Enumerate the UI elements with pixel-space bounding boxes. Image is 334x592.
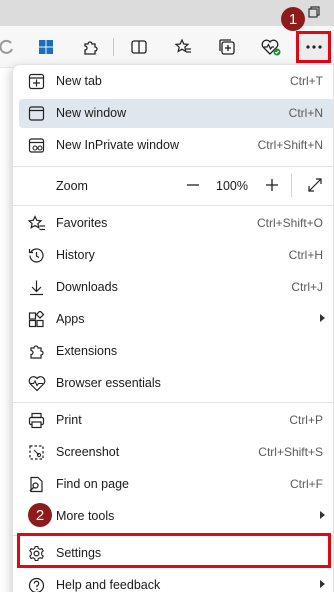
menu-item-shortcut: Ctrl+Shift+O (256, 216, 323, 230)
menu-item-label: Extensions (56, 344, 118, 358)
menu-item-browser-essentials[interactable]: Browser essentials (19, 369, 333, 398)
menu-item-label: More tools (56, 509, 115, 523)
apps-icon (27, 310, 46, 329)
refresh-icon[interactable] (0, 34, 20, 60)
menu-item-shortcut: Ctrl+F (290, 477, 323, 491)
menu-item-shortcut: Ctrl+T (290, 74, 323, 88)
extensions-toolbar-icon[interactable] (77, 34, 103, 60)
print-icon (27, 411, 46, 430)
submenu-arrow-icon (320, 511, 325, 519)
more-dots-icon (305, 45, 322, 49)
split-screen-icon[interactable] (126, 34, 152, 60)
settings-and-more-button[interactable] (296, 31, 331, 63)
zoom-out-button[interactable] (183, 175, 203, 195)
fullscreen-button[interactable] (305, 175, 325, 195)
inprivate-icon (27, 136, 46, 155)
menu-item-label: Help and feedback (56, 578, 161, 592)
browser-toolbar (0, 26, 334, 68)
browser-essentials-toolbar-icon[interactable] (258, 34, 284, 60)
step-2-badge: 2 (28, 503, 52, 527)
menu-item-apps[interactable]: Apps (19, 305, 333, 334)
new-tab-icon (27, 72, 46, 91)
zoom-in-button[interactable] (262, 175, 282, 195)
menu-item-label: New window (56, 106, 127, 120)
zoom-label: Zoom (56, 179, 88, 193)
screenshot-icon (27, 443, 46, 462)
menu-item-label: History (56, 248, 95, 262)
minus-icon (187, 184, 199, 186)
new-window-icon (27, 104, 46, 123)
collections-icon[interactable] (214, 34, 240, 60)
zoom-value: 100% (216, 179, 248, 193)
download-icon (27, 278, 46, 297)
menu-item-shortcut: Ctrl+N (288, 106, 323, 120)
menu-item-new-tab[interactable]: New tab Ctrl+T (19, 67, 333, 96)
menu-item-favorites[interactable]: Favorites Ctrl+Shift+O (19, 209, 333, 238)
menu-item-label: Print (56, 413, 82, 427)
menu-item-print[interactable]: Print Ctrl+P (19, 406, 333, 435)
extensions-icon (27, 342, 46, 361)
history-icon (27, 246, 46, 265)
menu-item-shortcut: Ctrl+Shift+S (258, 445, 323, 459)
submenu-arrow-icon (320, 314, 325, 322)
menu-item-label: New tab (56, 74, 102, 88)
menu-item-help-and-feedback[interactable]: Help and feedback (19, 571, 333, 592)
settings-and-more-menu: New tab Ctrl+T New window Ctrl+N New InP… (12, 64, 334, 592)
submenu-arrow-icon (320, 580, 325, 588)
menu-item-shortcut: Ctrl+Shift+N (257, 138, 323, 152)
menu-item-shortcut: Ctrl+J (291, 280, 323, 294)
help-icon (27, 576, 46, 592)
favorites-icon (27, 214, 46, 233)
menu-item-label: New InPrivate window (56, 138, 179, 152)
menu-item-label: Screenshot (56, 445, 120, 459)
menu-item-downloads[interactable]: Downloads Ctrl+J (19, 273, 333, 302)
zoom-separator (291, 173, 292, 197)
plus-icon (266, 179, 278, 191)
menu-item-find-on-page[interactable]: Find on page Ctrl+F (19, 470, 333, 499)
menu-item-label: Find on page (56, 477, 129, 491)
fullscreen-icon (308, 178, 322, 192)
menu-item-history[interactable]: History Ctrl+H (19, 241, 333, 270)
menu-item-label: Apps (56, 312, 85, 326)
menu-item-new-inprivate-window[interactable]: New InPrivate window Ctrl+Shift+N (19, 131, 333, 160)
settings-highlight-annotation (17, 533, 331, 568)
menu-item-shortcut: Ctrl+H (288, 248, 323, 262)
step-1-badge: 1 (281, 7, 305, 31)
zoom-row: Zoom 100% (19, 169, 333, 203)
menu-item-label: Downloads (56, 280, 118, 294)
restore-window-icon[interactable] (308, 6, 320, 18)
menu-item-label: Browser essentials (56, 376, 161, 390)
menu-item-screenshot[interactable]: Screenshot Ctrl+Shift+S (19, 438, 333, 467)
menu-item-label: Favorites (56, 216, 108, 230)
menu-item-shortcut: Ctrl+P (289, 413, 323, 427)
windows-start-icon[interactable] (33, 34, 59, 60)
menu-item-new-window[interactable]: New window Ctrl+N (19, 99, 333, 128)
favorites-toolbar-icon[interactable] (170, 34, 196, 60)
find-on-page-icon (27, 475, 46, 494)
browser-essentials-icon (27, 374, 46, 393)
menu-item-more-tools[interactable]: More tools (19, 502, 333, 531)
menu-item-extensions[interactable]: Extensions (19, 337, 333, 366)
